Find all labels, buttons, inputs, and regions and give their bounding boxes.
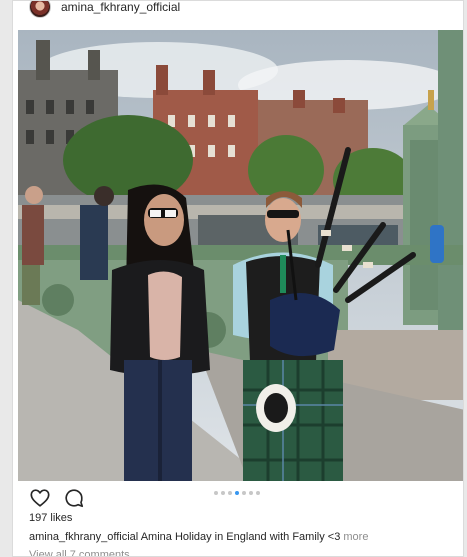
post-caption: amina_fkhrany_official Amina Holiday in … — [29, 531, 368, 543]
view-comments-link[interactable]: View all 7 comments — [29, 549, 130, 556]
likes-count[interactable]: 197 likes — [29, 512, 72, 524]
post-header: amina_fkhrany_official — [29, 1, 180, 21]
post-photo[interactable] — [18, 30, 463, 481]
post-username[interactable]: amina_fkhrany_official — [61, 1, 180, 14]
carousel-dot — [221, 491, 225, 495]
avatar[interactable] — [29, 1, 51, 18]
post-card: amina_fkhrany_official 197 likes amina_f… — [12, 0, 464, 557]
post-photo-image — [18, 30, 463, 481]
carousel-dot — [235, 491, 239, 495]
caption-username[interactable]: amina_fkhrany_official — [29, 531, 138, 543]
comment-bubble-icon[interactable] — [63, 487, 85, 509]
caption-more-link[interactable]: more — [343, 531, 368, 543]
carousel-dot — [214, 491, 218, 495]
carousel-dot — [242, 491, 246, 495]
carousel-dot — [249, 491, 253, 495]
carousel-dot — [256, 491, 260, 495]
heart-icon[interactable] — [29, 487, 51, 509]
caption-text: Amina Holiday in England with Family <3 — [140, 531, 341, 543]
carousel-dot — [228, 491, 232, 495]
post-actions — [29, 487, 85, 509]
carousel-indicator — [214, 491, 260, 495]
